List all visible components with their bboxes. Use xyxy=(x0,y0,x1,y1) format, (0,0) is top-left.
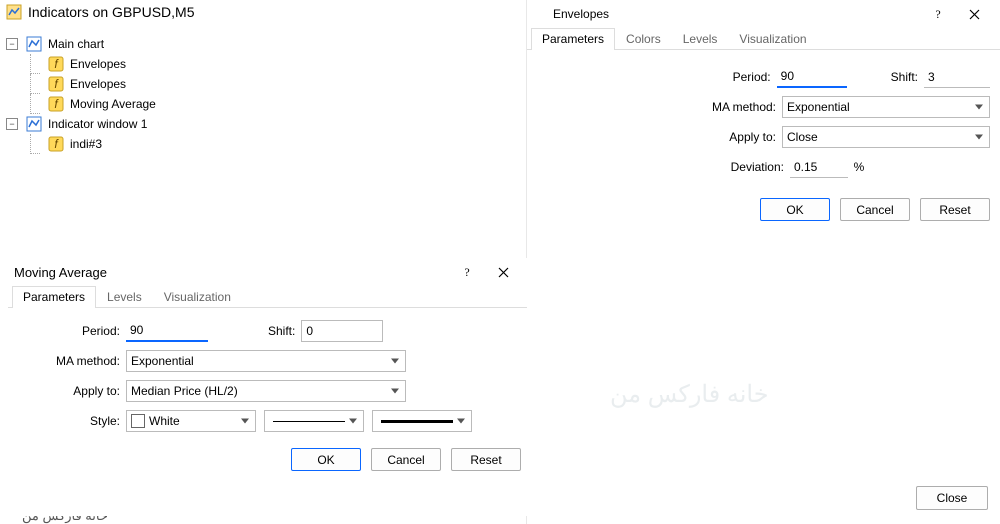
close-button[interactable]: Close xyxy=(916,486,988,510)
reset-button[interactable]: Reset xyxy=(920,198,990,221)
chart-icon xyxy=(26,116,42,132)
envelopes-title: Envelopes xyxy=(535,7,920,21)
chart-icon xyxy=(26,36,42,52)
style-color-value: White xyxy=(149,414,180,428)
tree-label: indi#3 xyxy=(68,136,104,152)
tree-label: Indicator window 1 xyxy=(46,116,149,132)
style-color-select[interactable]: White xyxy=(126,410,256,432)
apply-to-select[interactable]: Median Price (HL/2) xyxy=(126,380,406,402)
style-label: Style: xyxy=(12,414,120,428)
fx-icon: f xyxy=(48,56,64,72)
fx-icon: f xyxy=(48,76,64,92)
tree-label: Main chart xyxy=(46,36,106,52)
deviation-input[interactable] xyxy=(790,156,848,178)
color-swatch xyxy=(131,414,145,428)
deviation-unit: % xyxy=(848,160,870,174)
apply-to-value: Close xyxy=(787,130,818,144)
tab-colors[interactable]: Colors xyxy=(615,28,672,50)
ma-method-select[interactable]: Exponential xyxy=(126,350,406,372)
period-input[interactable] xyxy=(777,66,847,88)
style-width-select[interactable] xyxy=(372,410,472,432)
shift-input[interactable] xyxy=(924,66,990,88)
cancel-button[interactable]: Cancel xyxy=(840,198,910,221)
cancel-button[interactable]: Cancel xyxy=(371,448,441,471)
ma-title: Moving Average xyxy=(14,265,449,280)
period-label: Period: xyxy=(733,70,771,84)
tab-levels[interactable]: Levels xyxy=(672,28,729,50)
reset-button[interactable]: Reset xyxy=(451,448,521,471)
tree-node-indicator-window[interactable]: − Indicator window 1 xyxy=(6,114,520,134)
tree-node-main-chart[interactable]: − Main chart xyxy=(6,34,520,54)
apply-to-label: Apply to: xyxy=(729,130,776,144)
tab-parameters[interactable]: Parameters xyxy=(531,28,615,50)
ok-button[interactable]: OK xyxy=(291,448,361,471)
app-icon xyxy=(6,4,22,20)
indicators-titlebar: Indicators on GBPUSD,M5 xyxy=(0,0,526,24)
close-icon[interactable] xyxy=(485,260,521,284)
deviation-label: Deviation: xyxy=(731,160,784,174)
ma-method-value: Exponential xyxy=(787,100,850,114)
ok-button[interactable]: OK xyxy=(760,198,830,221)
period-label: Period: xyxy=(12,324,120,338)
envelopes-titlebar: Envelopes ? xyxy=(527,0,1000,28)
indicators-tree[interactable]: − Main chart f Envelopes f Envelopes xyxy=(0,24,526,154)
shift-input[interactable] xyxy=(301,320,383,342)
apply-to-value: Median Price (HL/2) xyxy=(131,384,238,398)
tab-visualization[interactable]: Visualization xyxy=(153,286,242,308)
tree-item-envelopes-1[interactable]: f Envelopes xyxy=(6,54,520,74)
envelopes-form: Period: Shift: MA method: Exponential Ap… xyxy=(527,50,1000,194)
period-input[interactable] xyxy=(126,320,208,342)
ma-form: Period: Shift: MA method: Exponential Ap… xyxy=(8,308,527,444)
envelopes-button-row: OK Cancel Reset xyxy=(527,194,1000,221)
apply-to-label: Apply to: xyxy=(12,384,120,398)
collapse-icon[interactable]: − xyxy=(6,118,18,130)
apply-to-select[interactable]: Close xyxy=(782,126,990,148)
ma-tabs: Parameters Levels Visualization xyxy=(8,286,527,308)
help-button[interactable]: ? xyxy=(449,260,485,284)
tab-parameters[interactable]: Parameters xyxy=(12,286,96,308)
ma-titlebar: Moving Average ? xyxy=(8,258,527,286)
ma-method-value: Exponential xyxy=(131,354,194,368)
tree-label: Moving Average xyxy=(68,96,158,112)
line-preview-icon xyxy=(273,421,345,422)
style-line-select[interactable] xyxy=(264,410,364,432)
shift-label: Shift: xyxy=(891,70,918,84)
help-button[interactable]: ? xyxy=(920,2,956,26)
tree-label: Envelopes xyxy=(68,76,128,92)
ma-method-select[interactable]: Exponential xyxy=(782,96,990,118)
collapse-icon[interactable]: − xyxy=(6,38,18,50)
envelopes-dialog: Envelopes ? Parameters Colors Levels Vis… xyxy=(527,0,1000,524)
shift-label: Shift: xyxy=(268,324,295,338)
close-icon[interactable] xyxy=(956,2,992,26)
tab-visualization[interactable]: Visualization xyxy=(728,28,817,50)
tree-item-indi3[interactable]: f indi#3 xyxy=(6,134,520,154)
fx-icon: f xyxy=(48,96,64,112)
tree-item-moving-average[interactable]: f Moving Average xyxy=(6,94,520,114)
tree-item-envelopes-2[interactable]: f Envelopes xyxy=(6,74,520,94)
tree-label: Envelopes xyxy=(68,56,128,72)
line-width-preview-icon xyxy=(381,420,453,423)
tab-levels[interactable]: Levels xyxy=(96,286,153,308)
indicators-title: Indicators on GBPUSD,M5 xyxy=(28,4,195,20)
moving-average-dialog: Moving Average ? Parameters Levels Visua… xyxy=(8,258,527,516)
fx-icon: f xyxy=(48,136,64,152)
ma-method-label: MA method: xyxy=(12,354,120,368)
envelopes-tabs: Parameters Colors Levels Visualization xyxy=(527,28,1000,50)
ma-button-row: OK Cancel Reset xyxy=(8,444,527,471)
ma-method-label: MA method: xyxy=(712,100,776,114)
